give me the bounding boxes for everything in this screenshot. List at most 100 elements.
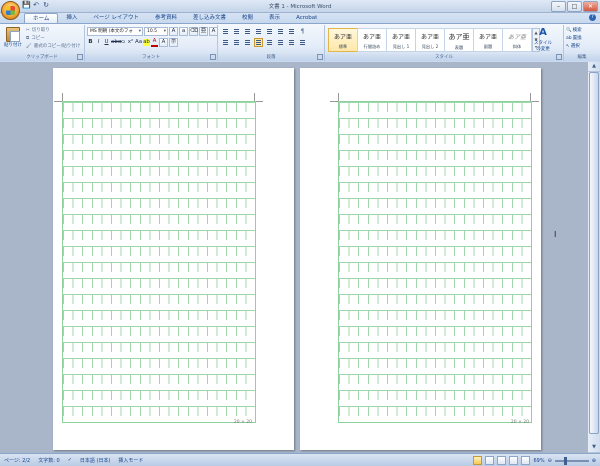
change-case-icon[interactable]: Aa — [135, 39, 142, 46]
zoom-out-icon[interactable]: ⊖ — [548, 458, 552, 464]
justify-icon[interactable] — [254, 38, 263, 47]
paste-button[interactable]: 貼り付け — [3, 27, 23, 48]
tab-acrobat[interactable]: Acrobat — [288, 13, 325, 23]
style-heading-1[interactable]: あア亜 見出し 1 — [386, 28, 416, 52]
font-name-select[interactable]: MS 明朝 (本文のフォ — [87, 27, 143, 36]
scissors-icon: ✂ — [26, 27, 30, 33]
font-color-icon[interactable]: A — [151, 38, 158, 47]
style-title[interactable]: あア亜 表題 — [444, 28, 474, 52]
style-emphasis[interactable]: あア亜 斜体 — [502, 28, 532, 52]
zoom-slider-knob[interactable] — [564, 456, 568, 465]
text-direction-icon[interactable] — [276, 27, 285, 36]
strikethrough-icon[interactable]: abc — [111, 39, 121, 46]
replace-button[interactable]: ab 置換 — [566, 35, 582, 42]
underline-icon[interactable]: U — [103, 39, 110, 46]
tab-mailings[interactable]: 差し込み文書 — [185, 13, 234, 23]
find-label: 検索 — [572, 28, 582, 33]
vertical-scrollbar[interactable]: ▲ ▼ — [587, 62, 600, 453]
find-button[interactable]: 🔍 検索 — [566, 27, 582, 34]
char-border-icon[interactable]: A — [209, 27, 218, 36]
clipboard-group-label: クリップボード — [0, 54, 84, 61]
style-no-spacing[interactable]: あア亜 行間詰め — [357, 28, 387, 52]
char-shading-icon[interactable]: A — [159, 38, 168, 47]
font-size-select[interactable]: 10.5 — [144, 27, 168, 36]
print-layout-view-icon[interactable] — [473, 456, 483, 465]
italic-icon[interactable]: I — [95, 39, 102, 46]
change-styles-button[interactable]: A スタイルの変更 — [532, 27, 554, 52]
style-sample: あア亜 — [420, 34, 439, 41]
align-left-icon[interactable] — [221, 38, 230, 47]
show-marks-icon[interactable]: ¶ — [298, 27, 307, 36]
web-layout-icon[interactable] — [497, 456, 507, 465]
close-button[interactable]: ✕ — [583, 1, 598, 12]
style-sample: あア亜 — [507, 34, 526, 41]
zoom-in-icon[interactable]: ⊕ — [592, 458, 596, 464]
style-heading-2[interactable]: あア亜 見出し 2 — [415, 28, 445, 52]
enclosed-char-icon[interactable]: ㊫ — [169, 38, 178, 47]
paragraph-group: ¶ 段落 — [218, 25, 325, 61]
style-sample: あア亜 — [333, 34, 352, 41]
paragraph-launcher[interactable] — [317, 54, 323, 60]
shrink-font-icon[interactable]: a — [179, 27, 188, 36]
numbering-icon[interactable] — [232, 27, 241, 36]
subscript-icon[interactable]: x₂ — [119, 39, 126, 46]
copy-button[interactable]: ⧉ コピー — [26, 35, 45, 41]
page-count[interactable]: ページ: 2/2 — [4, 457, 30, 464]
superscript-icon[interactable]: x² — [127, 39, 134, 46]
insert-mode[interactable]: 挿入モード — [118, 457, 143, 464]
full-screen-reading-icon[interactable] — [485, 456, 495, 465]
scroll-thumb[interactable] — [589, 72, 599, 434]
distributed-icon[interactable] — [265, 38, 274, 47]
clear-format-icon[interactable]: ⌫ — [189, 27, 198, 36]
borders-icon[interactable] — [298, 38, 307, 47]
align-center-icon[interactable] — [232, 38, 241, 47]
phonetic-guide-icon[interactable]: 亜 — [199, 27, 208, 36]
draft-view-icon[interactable] — [521, 456, 531, 465]
font-launcher[interactable] — [210, 54, 216, 60]
page-2[interactable]: 20 × 20 — [300, 68, 541, 450]
scroll-up-arrow-icon[interactable]: ▲ — [588, 62, 600, 72]
multilevel-list-icon[interactable] — [243, 27, 252, 36]
scroll-down-arrow-icon[interactable]: ▼ — [588, 443, 600, 453]
office-button[interactable] — [1, 1, 20, 20]
word-count[interactable]: 文字数: 0 — [38, 457, 59, 464]
cut-button[interactable]: ✂ 切り取り — [26, 27, 50, 34]
style-name: 見出し 1 — [392, 44, 410, 49]
zoom-level[interactable]: 69% — [533, 458, 544, 464]
grow-font-icon[interactable]: A — [169, 27, 178, 36]
styles-launcher[interactable] — [556, 54, 562, 60]
line-spacing-icon[interactable] — [276, 38, 285, 47]
tab-review[interactable]: 校閲 — [234, 13, 261, 23]
font-group: MS 明朝 (本文のフォ 10.5 A a ⌫ 亜 A B I U abc x₂… — [85, 25, 218, 61]
clipboard-launcher[interactable] — [77, 54, 83, 60]
tab-references[interactable]: 参考資料 — [147, 13, 185, 23]
change-styles-label: スタイルの変更 — [534, 41, 552, 52]
align-right-icon[interactable] — [243, 38, 252, 47]
maximize-button[interactable]: □ — [567, 1, 582, 12]
decrease-indent-icon[interactable] — [254, 27, 263, 36]
outline-view-icon[interactable] — [509, 456, 519, 465]
style-name: 標準 — [338, 44, 348, 49]
bullets-icon[interactable] — [221, 27, 230, 36]
format-painter-button[interactable]: 🖌 書式のコピー/貼り付け — [26, 43, 80, 50]
proofing-icon[interactable]: ✓ — [68, 457, 72, 464]
bold-icon[interactable]: B — [87, 39, 94, 46]
style-subtitle[interactable]: あア亜 副題 — [473, 28, 503, 52]
sort-icon[interactable] — [287, 27, 296, 36]
style-normal[interactable]: あア亜 標準 — [328, 28, 358, 52]
increase-indent-icon[interactable] — [265, 27, 274, 36]
zoom-slider[interactable] — [554, 456, 589, 465]
language-indicator[interactable]: 日本語 (日本) — [80, 457, 111, 464]
shading-icon[interactable] — [287, 38, 296, 47]
help-icon[interactable]: ? — [589, 14, 596, 21]
page-1[interactable]: 20 × 20 — [53, 68, 294, 450]
paragraph-group-label: 段落 — [218, 54, 324, 61]
tab-insert[interactable]: 挿入 — [58, 13, 85, 23]
minimize-button[interactable]: – — [551, 1, 566, 12]
tab-view[interactable]: 表示 — [261, 13, 288, 23]
select-button[interactable]: ↖ 選択 — [566, 43, 580, 50]
tab-page-layout[interactable]: ページ レイアウト — [85, 13, 147, 23]
highlight-icon[interactable]: ab — [143, 39, 150, 46]
tab-home[interactable]: ホーム — [24, 13, 59, 23]
document-area[interactable]: 20 × 20 20 × 20 — [0, 62, 588, 453]
